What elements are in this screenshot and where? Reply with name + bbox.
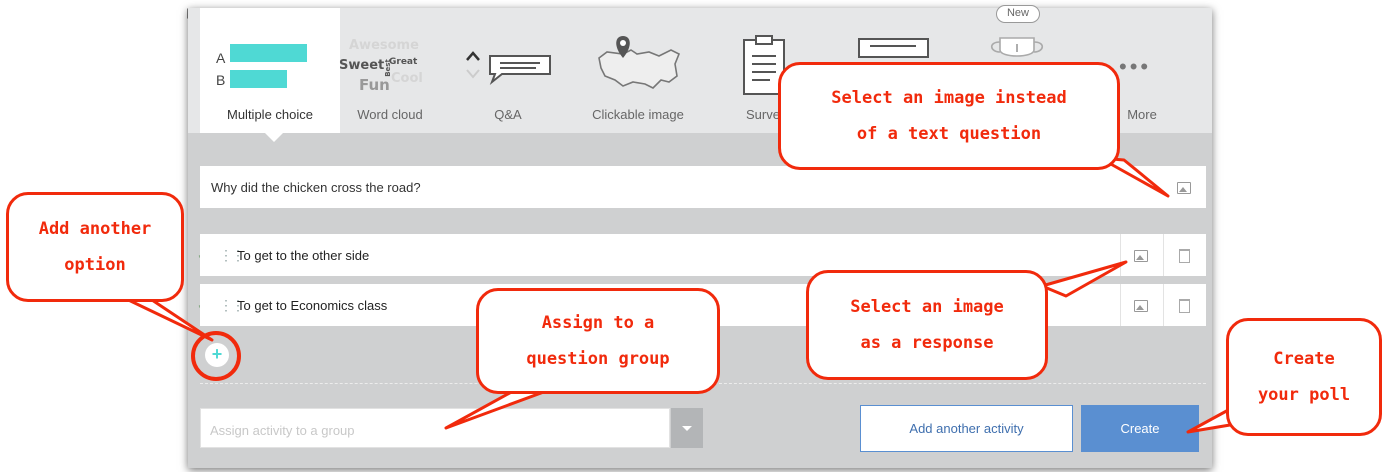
callout-image-question: Select an image instead of a text questio… <box>778 62 1120 170</box>
callout-image-response: Select an image as a response <box>806 270 1048 380</box>
pointer-add-option <box>118 294 214 342</box>
callout-assign-group: Assign to a question group <box>476 288 720 394</box>
callout-create-poll: Create your poll <box>1226 318 1382 436</box>
pointer-image-response <box>1040 260 1128 298</box>
callout-add-option: Add another option <box>6 192 184 302</box>
callout-pointers <box>118 156 1238 434</box>
